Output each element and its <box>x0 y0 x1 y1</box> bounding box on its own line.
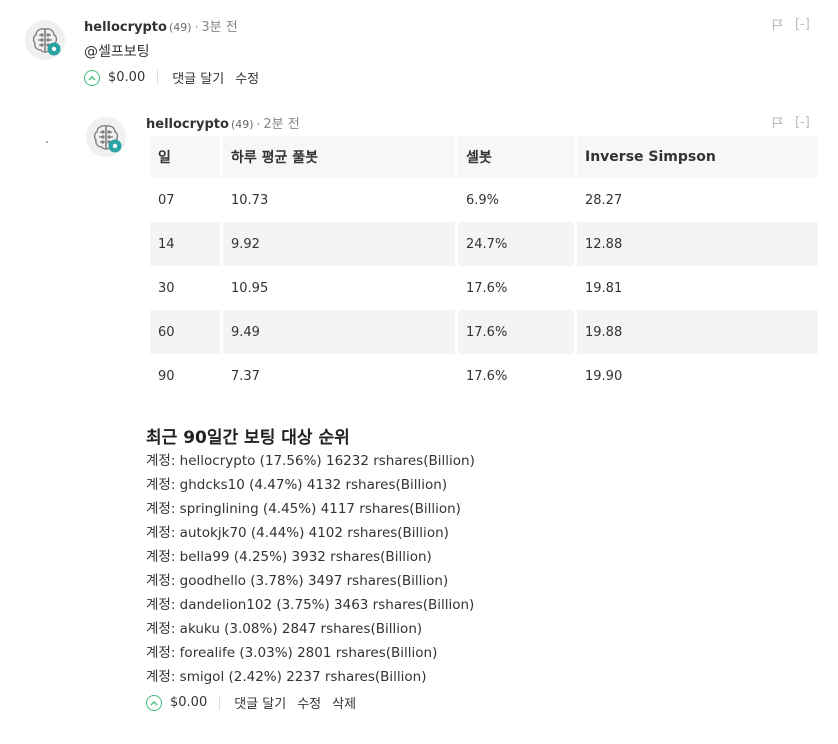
table-cell: 14 <box>150 222 220 266</box>
table-row: 14 9.92 24.7% 12.88 <box>150 222 818 266</box>
table-row: 07 10.73 6.9% 28.27 <box>150 178 818 222</box>
divider-dot <box>46 141 48 143</box>
separator-dot: · <box>256 117 261 131</box>
column-header: 일 <box>150 136 220 178</box>
flag-icon[interactable] <box>772 18 783 31</box>
table-row: 30 10.95 17.6% 19.81 <box>150 266 818 310</box>
upvote-chevron-icon <box>88 75 96 80</box>
payout-value[interactable]: $0.00 <box>108 70 159 85</box>
edit-link[interactable]: 수정 <box>297 693 321 712</box>
comments-page: hellocrypto (49) · 3분 전 [-] @셀프보팅 $0.00 … <box>0 0 838 744</box>
reply-link[interactable]: 댓글 달기 <box>234 693 286 712</box>
table-cell: 17.6% <box>466 280 508 296</box>
list-item: 계정: akuku (3.08%) 2847 rshares(Billion) <box>146 621 423 637</box>
table-row: 90 7.37 17.6% 19.90 <box>150 354 818 398</box>
table-row: 60 9.49 17.6% 19.88 <box>150 310 818 354</box>
column-header: Inverse Simpson <box>577 136 818 178</box>
list-item: 계정: bella99 (4.25%) 3932 rshares(Billion… <box>146 549 432 565</box>
ranking-list: 계정: hellocrypto (17.56%) 16232 rshares(B… <box>146 451 475 691</box>
comment-body: @셀프보팅 <box>84 44 150 60</box>
column-header: 셀봇 <box>458 136 574 178</box>
list-item: 계정: hellocrypto (17.56%) 16232 rshares(B… <box>146 453 475 469</box>
column-header: 하루 평균 풀봇 <box>223 136 455 178</box>
timestamp[interactable]: 2분 전 <box>263 113 299 132</box>
list-item: 계정: ghdcks10 (4.47%) 4132 rshares(Billio… <box>146 477 448 493</box>
comment-footer: $0.00 댓글 달기 수정 삭제 <box>146 693 367 712</box>
table-cell: 6.9% <box>466 192 500 208</box>
table-cell: 19.90 <box>585 368 623 384</box>
delete-link[interactable]: 삭제 <box>332 693 356 712</box>
list-item: 계정: autokjk70 (4.44%) 4102 rshares(Billi… <box>146 525 449 541</box>
collapse-button[interactable]: [-] <box>795 115 810 130</box>
comment-controls: [-] <box>772 17 810 32</box>
collapse-button[interactable]: [-] <box>795 17 810 32</box>
payout-value[interactable]: $0.00 <box>170 695 221 710</box>
table-cell: 9.92 <box>223 222 455 266</box>
table-cell: 17.6% <box>458 310 574 354</box>
table-cell: 10.73 <box>231 192 269 208</box>
reputation: (49) <box>168 21 192 34</box>
edit-link[interactable]: 수정 <box>235 68 259 87</box>
brain-avatar-icon <box>32 28 61 56</box>
table-cell: 24.7% <box>458 222 574 266</box>
list-item: 계정: dandelion102 (3.75%) 3463 rshares(Bi… <box>146 597 475 613</box>
comment-header: hellocrypto (49) · 2분 전 <box>146 113 300 132</box>
table-cell: 30 <box>158 280 175 296</box>
table-header-row: 일 하루 평균 풀봇 셀봇 Inverse Simpson <box>150 136 818 178</box>
table-cell: 60 <box>150 310 220 354</box>
comment-footer: $0.00 댓글 달기 수정 <box>84 68 270 87</box>
list-item: 계정: forealife (3.03%) 2801 rshares(Billi… <box>146 645 438 661</box>
upvote-button[interactable] <box>84 69 100 86</box>
author-name[interactable]: hellocrypto <box>84 20 167 35</box>
table-cell: 10.95 <box>231 280 269 296</box>
separator-dot: · <box>194 20 199 34</box>
table-cell: 9.49 <box>223 310 455 354</box>
table-cell: 19.81 <box>585 280 623 296</box>
reputation: (49) <box>230 118 254 131</box>
upvote-button[interactable] <box>146 694 162 711</box>
table-cell: 90 <box>158 368 175 384</box>
table-cell: 07 <box>158 192 175 208</box>
section-title: 최근 90일간 보팅 대상 순위 <box>146 428 350 448</box>
list-item: 계정: springlining (4.45%) 4117 rshares(Bi… <box>146 501 461 517</box>
comment-header: hellocrypto (49) · 3분 전 <box>84 16 238 35</box>
gear-badge-icon <box>47 42 61 56</box>
upvote-chevron-icon <box>150 700 158 705</box>
list-item: 계정: goodhello (3.78%) 3497 rshares(Billi… <box>146 573 449 589</box>
table-cell: 17.6% <box>466 368 508 384</box>
list-item: 계정: smigol (2.42%) 2237 rshares(Billion) <box>146 669 427 685</box>
gear-badge-icon <box>108 139 122 153</box>
stats-table: 일 하루 평균 풀봇 셀봇 Inverse Simpson 07 10.73 6… <box>147 136 821 398</box>
table-cell: 28.27 <box>585 192 623 208</box>
table-cell: 7.37 <box>231 368 260 384</box>
flag-icon[interactable] <box>772 116 783 129</box>
table-cell: 19.88 <box>577 310 818 354</box>
comment-controls: [-] <box>772 115 810 130</box>
reply-link[interactable]: 댓글 달기 <box>172 68 224 87</box>
table-cell: 12.88 <box>577 222 818 266</box>
author-name[interactable]: hellocrypto <box>146 117 229 132</box>
brain-avatar-icon <box>93 125 122 153</box>
avatar[interactable] <box>86 117 126 157</box>
timestamp[interactable]: 3분 전 <box>201 16 237 35</box>
avatar[interactable] <box>25 20 65 60</box>
